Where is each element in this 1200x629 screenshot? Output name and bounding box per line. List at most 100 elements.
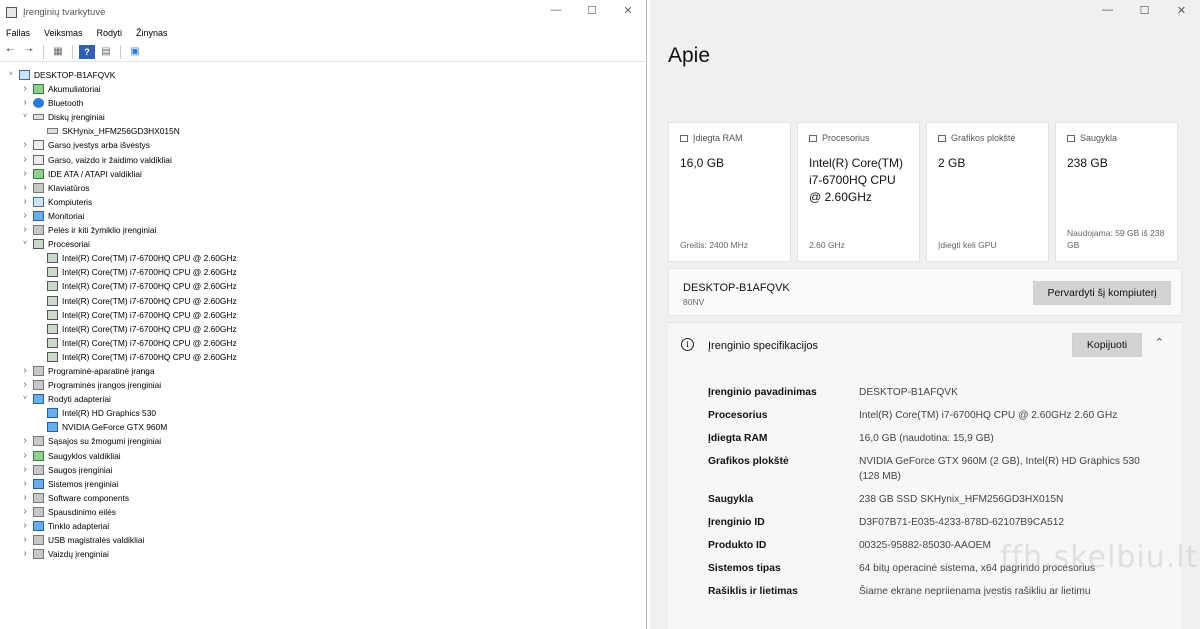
expand-arrow-icon[interactable]: ›	[20, 209, 30, 223]
tree-item[interactable]: NVIDIA GeForce GTX 960M	[0, 420, 646, 434]
tree-item[interactable]: Intel(R) Core(TM) i7-6700HQ CPU @ 2.60GH…	[0, 294, 646, 308]
tree-item[interactable]: › Garso, vaizdo ir žaidimo valdikliai	[0, 153, 646, 167]
tree-item[interactable]: Intel(R) Core(TM) i7-6700HQ CPU @ 2.60GH…	[0, 322, 646, 336]
minimize-button[interactable]: —	[538, 4, 574, 17]
help-icon[interactable]: ?	[79, 44, 95, 59]
tree-item-label: Intel(R) HD Graphics 530	[62, 408, 157, 419]
tree-item[interactable]: Intel(R) Core(TM) i7-6700HQ CPU @ 2.60GH…	[0, 251, 646, 265]
tree-item[interactable]: Intel(R) Core(TM) i7-6700HQ CPU @ 2.60GH…	[0, 279, 646, 293]
expand-arrow-icon[interactable]: ›	[20, 223, 30, 237]
tree-item[interactable]: › USB magistralės valdikliai	[0, 533, 646, 547]
maximize-button[interactable]: ☐	[574, 4, 610, 17]
tree-item-label: Intel(R) Core(TM) i7-6700HQ CPU @ 2.60GH…	[62, 267, 237, 278]
expand-arrow-icon[interactable]: ›	[20, 449, 30, 463]
spec-value[interactable]: 238 GB SSD SKHynix_HFM256GD3HX015N	[859, 492, 1159, 507]
tree-item[interactable]: › Programinė-aparatinė įranga	[0, 364, 646, 378]
tree-item[interactable]: Intel(R) Core(TM) i7-6700HQ CPU @ 2.60GH…	[0, 350, 646, 364]
monitor-icon[interactable]: ▣	[127, 45, 143, 59]
printer-icon	[33, 506, 44, 517]
tree-item[interactable]: › Akumuliatoriai	[0, 82, 646, 96]
tree-item[interactable]: ˅ Rodyti adapteriai	[0, 392, 646, 406]
expand-arrow-icon[interactable]: ›	[20, 153, 30, 167]
menu-view[interactable]: Rodyti	[97, 28, 123, 38]
expand-arrow-icon[interactable]: ›	[20, 82, 30, 96]
camera-icon	[33, 549, 44, 560]
forward-arrow-icon[interactable]: 🠖	[21, 45, 37, 59]
rename-pc-button[interactable]: Pervardyti šį kompiuterį	[1033, 281, 1171, 305]
specifications-header[interactable]: i Įrenginio specifikacijos Kopijuoti ⌃	[668, 323, 1182, 369]
expand-arrow-icon[interactable]: ›	[20, 547, 30, 561]
tree-item[interactable]: › Software components	[0, 491, 646, 505]
spec-value[interactable]: Šiame ekrane nepriienama įvestis rašikli…	[859, 584, 1159, 599]
tree-item[interactable]: › Tinklo adapteriai	[0, 519, 646, 533]
tree-item[interactable]: › IDE ATA / ATAPI valdikliai	[0, 167, 646, 181]
expand-arrow-icon[interactable]: ›	[20, 434, 30, 448]
collapse-arrow-icon[interactable]: ˅	[20, 392, 30, 406]
expand-arrow-icon[interactable]: ›	[20, 533, 30, 547]
expand-arrow-icon[interactable]: ›	[20, 505, 30, 519]
tree-item[interactable]: › Vaizdų įrenginiai	[0, 547, 646, 561]
collapse-arrow-icon[interactable]: ˅	[6, 68, 16, 82]
page-title: Apie	[668, 44, 711, 67]
expand-arrow-icon[interactable]: ›	[20, 519, 30, 533]
spec-value[interactable]: Intel(R) Core(TM) i7-6700HQ CPU @ 2.60GH…	[859, 408, 1159, 423]
summary-cards: Įdiegta RAM 16,0 GB Greitis: 2400 MHz Pr…	[668, 122, 1178, 262]
spec-value[interactable]: 16,0 GB (naudotina: 15,9 GB)	[859, 431, 1159, 446]
chevron-up-icon[interactable]: ⌃	[1155, 336, 1164, 349]
tree-item[interactable]: › Kompiuteris	[0, 195, 646, 209]
expand-arrow-icon[interactable]: ›	[20, 167, 30, 181]
controller-icon	[33, 168, 44, 179]
tree-item[interactable]: › Pelės ir kiti žymiklio įrenginiai	[0, 223, 646, 237]
device-manager-icon	[6, 6, 17, 18]
maximize-button[interactable]: ☐	[1126, 4, 1163, 17]
specifications-title: Įrenginio specifikacijos	[708, 340, 819, 352]
copy-button[interactable]: Kopijuoti	[1072, 333, 1142, 357]
tree-item[interactable]: › Spausdinimo eilės	[0, 505, 646, 519]
tree-item[interactable]: SKHynix_HFM256GD3HX015N	[0, 124, 646, 138]
properties-icon[interactable]: ▦	[50, 45, 66, 59]
tree-item[interactable]: › Monitoriai	[0, 209, 646, 223]
device-name-panel: DESKTOP-B1AFQVK 80NV Pervardyti šį kompi…	[668, 268, 1182, 316]
tree-item[interactable]: Intel(R) Core(TM) i7-6700HQ CPU @ 2.60GH…	[0, 336, 646, 350]
expand-arrow-icon[interactable]: ›	[20, 195, 30, 209]
minimize-button[interactable]: —	[1089, 4, 1126, 17]
tree-item-label: Garso įvestys arba išvestys	[48, 140, 150, 151]
expand-arrow-icon[interactable]: ›	[20, 138, 30, 152]
expand-arrow-icon[interactable]: ›	[20, 364, 30, 378]
collapse-arrow-icon[interactable]: ˅	[20, 237, 30, 251]
collapse-arrow-icon[interactable]: ˅	[20, 110, 30, 124]
expand-arrow-icon[interactable]: ›	[20, 378, 30, 392]
spec-value[interactable]: NVIDIA GeForce GTX 960M (2 GB), Intel(R)…	[859, 454, 1159, 484]
close-button[interactable]: ✕	[1163, 4, 1200, 17]
spec-value[interactable]: DESKTOP-B1AFQVK	[859, 385, 1159, 400]
tree-item[interactable]: › Klaviatūros	[0, 181, 646, 195]
close-button[interactable]: ✕	[610, 4, 646, 17]
expand-arrow-icon[interactable]: ›	[20, 491, 30, 505]
title-bar: Įrenginių tvarkytuvė — ☐ ✕	[0, 0, 646, 24]
tree-item[interactable]: › Saugyklos valdikliai	[0, 449, 646, 463]
menu-help[interactable]: Žinynas	[136, 28, 168, 38]
tree-item[interactable]: Intel(R) HD Graphics 530	[0, 406, 646, 420]
view-icon[interactable]: ▤	[98, 45, 114, 59]
tree-item[interactable]: › Sistemos įrenginiai	[0, 477, 646, 491]
tree-item[interactable]: › Programinės įrangos įrenginiai	[0, 378, 646, 392]
expand-arrow-icon[interactable]: ›	[20, 181, 30, 195]
back-arrow-icon[interactable]: 🠔	[2, 45, 18, 59]
tree-item[interactable]: › Saugos įrenginiai	[0, 463, 646, 477]
spec-value[interactable]: D3F07B71-E035-4233-878D-62107B9CA512	[859, 515, 1159, 530]
tree-item[interactable]: ˅ Procesoriai	[0, 237, 646, 251]
tree-item[interactable]: Intel(R) Core(TM) i7-6700HQ CPU @ 2.60GH…	[0, 265, 646, 279]
tree-item[interactable]: › Sąsajos su žmogumi įrenginiai	[0, 434, 646, 448]
tree-item[interactable]: Intel(R) Core(TM) i7-6700HQ CPU @ 2.60GH…	[0, 308, 646, 322]
expand-arrow-icon[interactable]: ›	[20, 477, 30, 491]
expand-arrow-icon[interactable]: ›	[20, 463, 30, 477]
spec-row: Įrenginio pavadinimas DESKTOP-B1AFQVK	[708, 385, 1172, 408]
tree-item[interactable]: › Bluetooth	[0, 96, 646, 110]
tree-item-label: Rodyti adapteriai	[48, 394, 111, 405]
tree-item[interactable]: ˅ DESKTOP-B1AFQVK	[0, 68, 646, 82]
menu-file[interactable]: Failas	[6, 28, 30, 38]
expand-arrow-icon[interactable]: ›	[20, 96, 30, 110]
tree-item[interactable]: ˅ Diskų įrenginiai	[0, 110, 646, 124]
menu-action[interactable]: Veiksmas	[44, 28, 83, 38]
tree-item[interactable]: › Garso įvestys arba išvestys	[0, 138, 646, 152]
